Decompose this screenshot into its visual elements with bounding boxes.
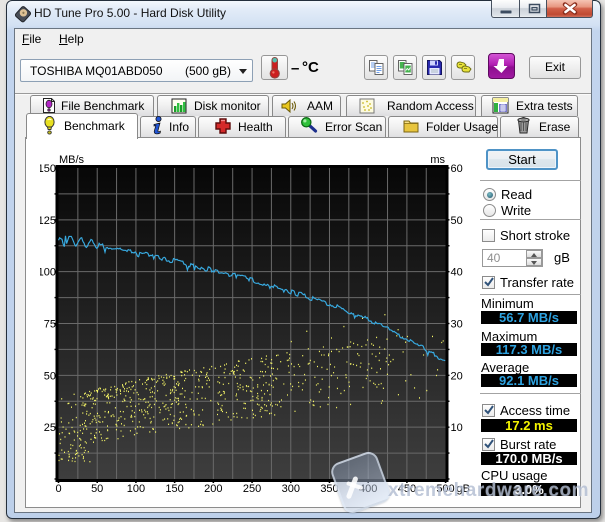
svg-text:50: 50 [91, 483, 103, 495]
svg-text:125: 125 [40, 215, 56, 227]
svg-text:30: 30 [451, 319, 463, 331]
svg-text:ms: ms [430, 154, 445, 166]
svg-text:0: 0 [55, 483, 61, 495]
svg-text:50: 50 [44, 370, 56, 382]
svg-text:100: 100 [127, 483, 145, 495]
svg-text:250: 250 [243, 483, 261, 495]
svg-text:75: 75 [44, 319, 56, 331]
svg-text:25: 25 [44, 422, 56, 434]
svg-text:200: 200 [204, 483, 222, 495]
svg-text:10: 10 [451, 422, 463, 434]
svg-text:100: 100 [40, 267, 56, 279]
svg-text:60: 60 [451, 163, 463, 175]
svg-text:20: 20 [451, 370, 463, 382]
svg-text:150: 150 [40, 163, 56, 175]
svg-text:50: 50 [451, 215, 463, 227]
svg-text:40: 40 [451, 267, 463, 279]
svg-text:MB/s: MB/s [59, 154, 85, 166]
svg-text:300: 300 [282, 483, 300, 495]
svg-text:150: 150 [165, 483, 183, 495]
